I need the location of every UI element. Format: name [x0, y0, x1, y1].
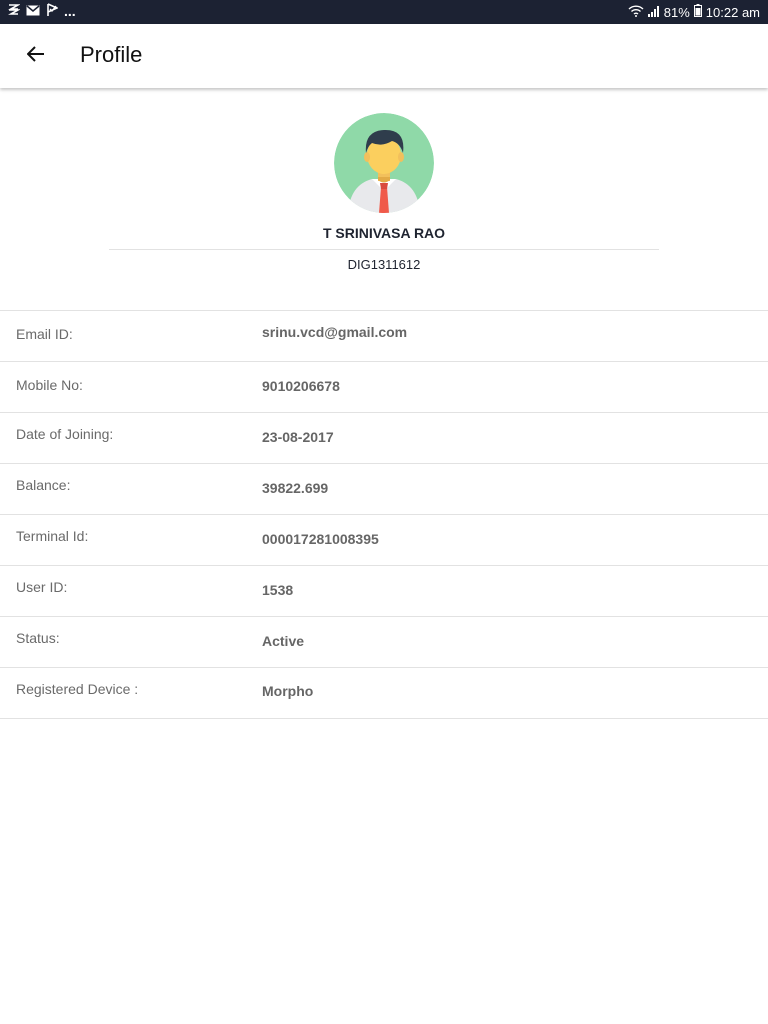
detail-row-registered-device: Registered Device : Morpho [0, 668, 768, 719]
back-button[interactable] [20, 40, 52, 72]
user-avatar-icon [334, 113, 434, 213]
status-system: 81% 10:22 am [628, 4, 760, 20]
detail-label: User ID: [16, 579, 68, 595]
detail-row-user-id: User ID: 1538 [0, 566, 768, 617]
clock: 10:22 am [705, 4, 760, 20]
more-notifications: ... [64, 3, 76, 19]
detail-row-email: Email ID: srinu.vcd@gmail.com [0, 311, 768, 362]
battery-icon [693, 4, 702, 20]
mobile-value: 9010206678 [262, 378, 340, 394]
detail-row-mobile: Mobile No: 9010206678 [0, 362, 768, 413]
detail-label: Balance: [16, 477, 71, 493]
notification-icon [7, 3, 22, 19]
status-notifications: ... [7, 3, 76, 19]
user-id-value: 1538 [262, 582, 294, 598]
detail-label: Terminal Id: [16, 528, 89, 544]
mail-icon [26, 4, 40, 19]
detail-label: Date of Joining: [16, 426, 114, 442]
battery-percent: 81% [663, 4, 690, 20]
user-code: DIG1311612 [347, 257, 421, 272]
registered-device-value: Morpho [262, 683, 314, 699]
status-bar: ... 81% 10:22 am [0, 0, 768, 24]
date-of-joining-value: 23-08-2017 [262, 429, 334, 445]
detail-label: Status: [16, 630, 60, 646]
user-name: T SRINIVASA RAO [322, 225, 446, 241]
signal-icon [647, 5, 660, 20]
detail-label: Registered Device : [16, 681, 139, 697]
detail-row-terminal-id: Terminal Id: 000017281008395 [0, 515, 768, 566]
balance-value: 39822.699 [262, 480, 329, 496]
email-value: srinu.vcd@gmail.com [262, 324, 408, 340]
flag-icon [46, 3, 59, 19]
status-value: Active [262, 633, 305, 649]
wifi-icon [628, 4, 644, 20]
detail-row-status: Status: Active [0, 617, 768, 668]
page-title: Profile [80, 42, 143, 67]
detail-label: Email ID: [16, 326, 73, 342]
detail-row-date-of-joining: Date of Joining: 23-08-2017 [0, 413, 768, 464]
back-arrow-icon [26, 45, 45, 67]
detail-row-balance: Balance: 39822.699 [0, 464, 768, 515]
divider [109, 249, 659, 250]
terminal-id-value: 000017281008395 [262, 531, 379, 547]
detail-label: Mobile No: [16, 377, 83, 393]
app-bar: Profile [0, 24, 768, 88]
profile-details: Email ID: srinu.vcd@gmail.com Mobile No:… [0, 310, 768, 719]
